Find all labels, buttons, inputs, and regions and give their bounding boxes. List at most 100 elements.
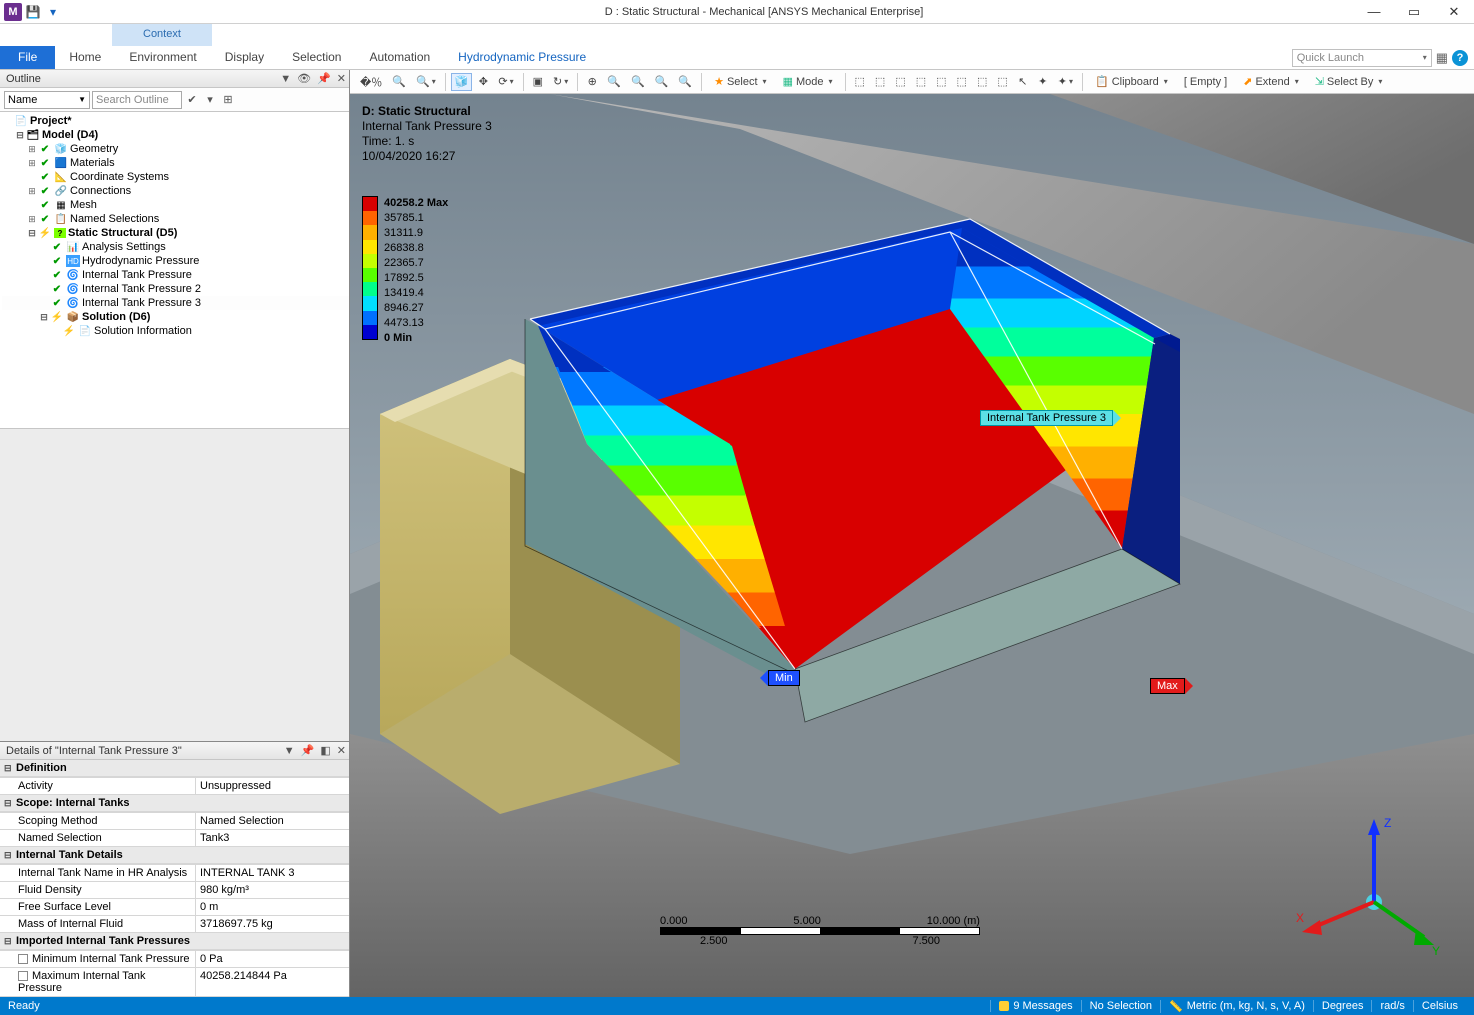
tree-mesh[interactable]: Mesh xyxy=(70,199,97,211)
tree-project[interactable]: Project* xyxy=(30,115,72,127)
details-minp-val[interactable]: 0 Pa xyxy=(196,951,349,967)
select-button[interactable]: ★Select xyxy=(707,73,773,91)
status-selection[interactable]: No Selection xyxy=(1081,1000,1160,1012)
tree-solution-info[interactable]: Solution Information xyxy=(94,325,192,337)
clipboard-button[interactable]: 📋Clipboard xyxy=(1088,73,1175,91)
zoom-fit-icon[interactable]: �％ xyxy=(356,73,386,91)
sel-edge-icon[interactable]: ⬚ xyxy=(871,73,889,91)
context-tab[interactable]: Context xyxy=(112,24,212,46)
details-density-val[interactable]: 980 kg/m³ xyxy=(196,882,349,898)
details-close-icon[interactable]: ✕ xyxy=(334,744,349,757)
extend-button[interactable]: ⬈Extend xyxy=(1236,73,1305,91)
probe-label-min[interactable]: Min xyxy=(760,670,800,686)
sel-x1-icon[interactable]: ⬚ xyxy=(973,73,991,91)
details-tankname-val[interactable]: INTERNAL TANK 3 xyxy=(196,865,349,881)
qat-dropdown-icon[interactable]: ▾ xyxy=(44,3,62,21)
tree-itp1[interactable]: Internal Tank Pressure xyxy=(82,269,192,281)
sel-body-icon[interactable]: ⬚ xyxy=(912,73,930,91)
options-icon[interactable]: ▦ xyxy=(1436,50,1448,66)
status-degrees[interactable]: Degrees xyxy=(1313,1000,1372,1012)
pan-icon[interactable]: ✥ xyxy=(474,73,492,91)
details-undock-icon[interactable]: ◧ xyxy=(317,744,333,757)
details-maxp-val[interactable]: 40258.214844 Pa xyxy=(196,968,349,996)
tab-hydrodynamic-pressure[interactable]: Hydrodynamic Pressure xyxy=(444,46,600,69)
zoom-in-icon[interactable]: ⊕ xyxy=(583,73,601,91)
tree-geometry[interactable]: Geometry xyxy=(70,143,118,155)
outline-search-input[interactable]: Search Outline xyxy=(92,91,182,109)
details-group-tank[interactable]: Internal Tank Details xyxy=(16,849,123,861)
outline-filter-combo[interactable]: Name▼ xyxy=(4,91,90,109)
details-activity-val[interactable]: Unsuppressed xyxy=(196,778,349,794)
contour-legend[interactable]: 40258.2 Max35785.131311.926838.822365.71… xyxy=(362,196,448,346)
tab-display[interactable]: Display xyxy=(211,46,278,69)
zoom-dd-icon[interactable]: 🔍 xyxy=(412,73,440,91)
tree-hydrodynamic-pressure[interactable]: Hydrodynamic Pressure xyxy=(82,255,199,267)
outline-search-go-icon[interactable]: ✔ xyxy=(184,92,200,108)
qat-save-icon[interactable]: 💾 xyxy=(24,3,42,21)
mode-button[interactable]: ▦Mode xyxy=(776,73,840,91)
details-mass-val[interactable]: 3718697.75 kg xyxy=(196,916,349,932)
tree-itp2[interactable]: Internal Tank Pressure 2 xyxy=(82,283,201,295)
probe-label-max[interactable]: Max xyxy=(1150,678,1193,694)
sel-x2-icon[interactable]: ⬚ xyxy=(993,73,1011,91)
probe-label-itp3[interactable]: Internal Tank Pressure 3 xyxy=(980,410,1121,426)
outline-dropdown-icon[interactable]: ▼ xyxy=(277,73,294,85)
tree-itp3[interactable]: Internal Tank Pressure 3 xyxy=(82,297,201,309)
checkbox-icon[interactable] xyxy=(18,954,28,964)
rotate-dd-icon[interactable]: ↻ xyxy=(549,73,572,91)
zoom-sel-icon[interactable]: 🔍 xyxy=(674,73,696,91)
sel-elem-icon[interactable]: ⬚ xyxy=(953,73,971,91)
outline-options-icon[interactable]: ▾ xyxy=(202,92,218,108)
window-close-button[interactable]: ✕ xyxy=(1434,0,1474,24)
tree-model[interactable]: Model (D4) xyxy=(42,129,98,141)
tree-solution[interactable]: Solution (D6) xyxy=(82,311,150,323)
outline-unpin-icon[interactable]: 📌 xyxy=(314,72,334,85)
outline-pin-icon[interactable]: 👁 xyxy=(294,72,314,85)
outline-tree[interactable]: 📄Project* ⊟🗂Model (D4) ⊞✔🧊Geometry ⊞✔🟦Ma… xyxy=(0,112,349,428)
sel-x3-icon[interactable]: ↖ xyxy=(1014,73,1032,91)
help-icon[interactable]: ? xyxy=(1452,50,1468,66)
tab-environment[interactable]: Environment xyxy=(115,46,210,69)
zoom-box-icon[interactable]: 🔍 xyxy=(627,73,649,91)
details-scoping-val[interactable]: Named Selection xyxy=(196,813,349,829)
zoom-icon[interactable]: 🔍 xyxy=(388,73,410,91)
sel-vertex-icon[interactable]: ⬚ xyxy=(851,73,869,91)
status-rads[interactable]: rad/s xyxy=(1371,1000,1412,1012)
tree-coordinate-systems[interactable]: Coordinate Systems xyxy=(70,171,169,183)
tree-static-structural[interactable]: Static Structural (D5) xyxy=(68,227,177,239)
quick-launch-input[interactable]: Quick Launch▾ xyxy=(1292,49,1432,67)
details-dropdown-icon[interactable]: ▼ xyxy=(281,745,298,757)
details-pin-icon[interactable]: 📌 xyxy=(298,744,318,757)
tab-automation[interactable]: Automation xyxy=(355,46,444,69)
zoom-out-icon[interactable]: 🔍 xyxy=(603,73,625,91)
sel-face-icon[interactable]: ⬚ xyxy=(891,73,909,91)
tree-materials[interactable]: Materials xyxy=(70,157,115,169)
details-group-scope[interactable]: Scope: Internal Tanks xyxy=(16,797,130,809)
window-maximize-button[interactable]: ▭ xyxy=(1394,0,1434,24)
graphics-area[interactable]: �％ 🔍 🔍 🧊 ✥ ⟳ ▣ ↻ ⊕ 🔍 🔍 🔍 🔍 ★Select ▦Mode… xyxy=(350,70,1474,997)
iso-icon[interactable]: ▣ xyxy=(529,73,547,91)
view-dd-icon[interactable]: ⟳ xyxy=(494,73,517,91)
tree-named-selections[interactable]: Named Selections xyxy=(70,213,159,225)
rotate-icon[interactable]: 🧊 xyxy=(451,73,473,91)
tab-selection[interactable]: Selection xyxy=(278,46,355,69)
outline-expand-icon[interactable]: ⊞ xyxy=(220,92,236,108)
tree-analysis-settings[interactable]: Analysis Settings xyxy=(82,241,166,253)
outline-close-icon[interactable]: ✕ xyxy=(334,72,349,85)
status-units[interactable]: 📏Metric (m, kg, N, s, V, A) xyxy=(1160,1000,1313,1013)
checkbox-icon[interactable] xyxy=(18,971,28,981)
window-minimize-button[interactable]: — xyxy=(1354,0,1394,24)
sel-x4-icon[interactable]: ✦ xyxy=(1034,73,1052,91)
status-messages[interactable]: 9 Messages xyxy=(990,1000,1080,1012)
sel-x5-icon[interactable]: ✦ xyxy=(1054,73,1077,91)
select-by-button[interactable]: ⇲Select By xyxy=(1308,73,1390,91)
details-group-definition[interactable]: Definition xyxy=(16,762,67,774)
tree-connections[interactable]: Connections xyxy=(70,185,131,197)
status-celsius[interactable]: Celsius xyxy=(1413,1000,1466,1012)
tab-file[interactable]: File xyxy=(0,46,55,69)
orientation-triad[interactable]: Z X Y xyxy=(1294,807,1444,957)
details-freesurf-val[interactable]: 0 m xyxy=(196,899,349,915)
details-group-imported[interactable]: Imported Internal Tank Pressures xyxy=(16,935,190,947)
tab-home[interactable]: Home xyxy=(55,46,115,69)
zoom-all-icon[interactable]: 🔍 xyxy=(651,73,673,91)
